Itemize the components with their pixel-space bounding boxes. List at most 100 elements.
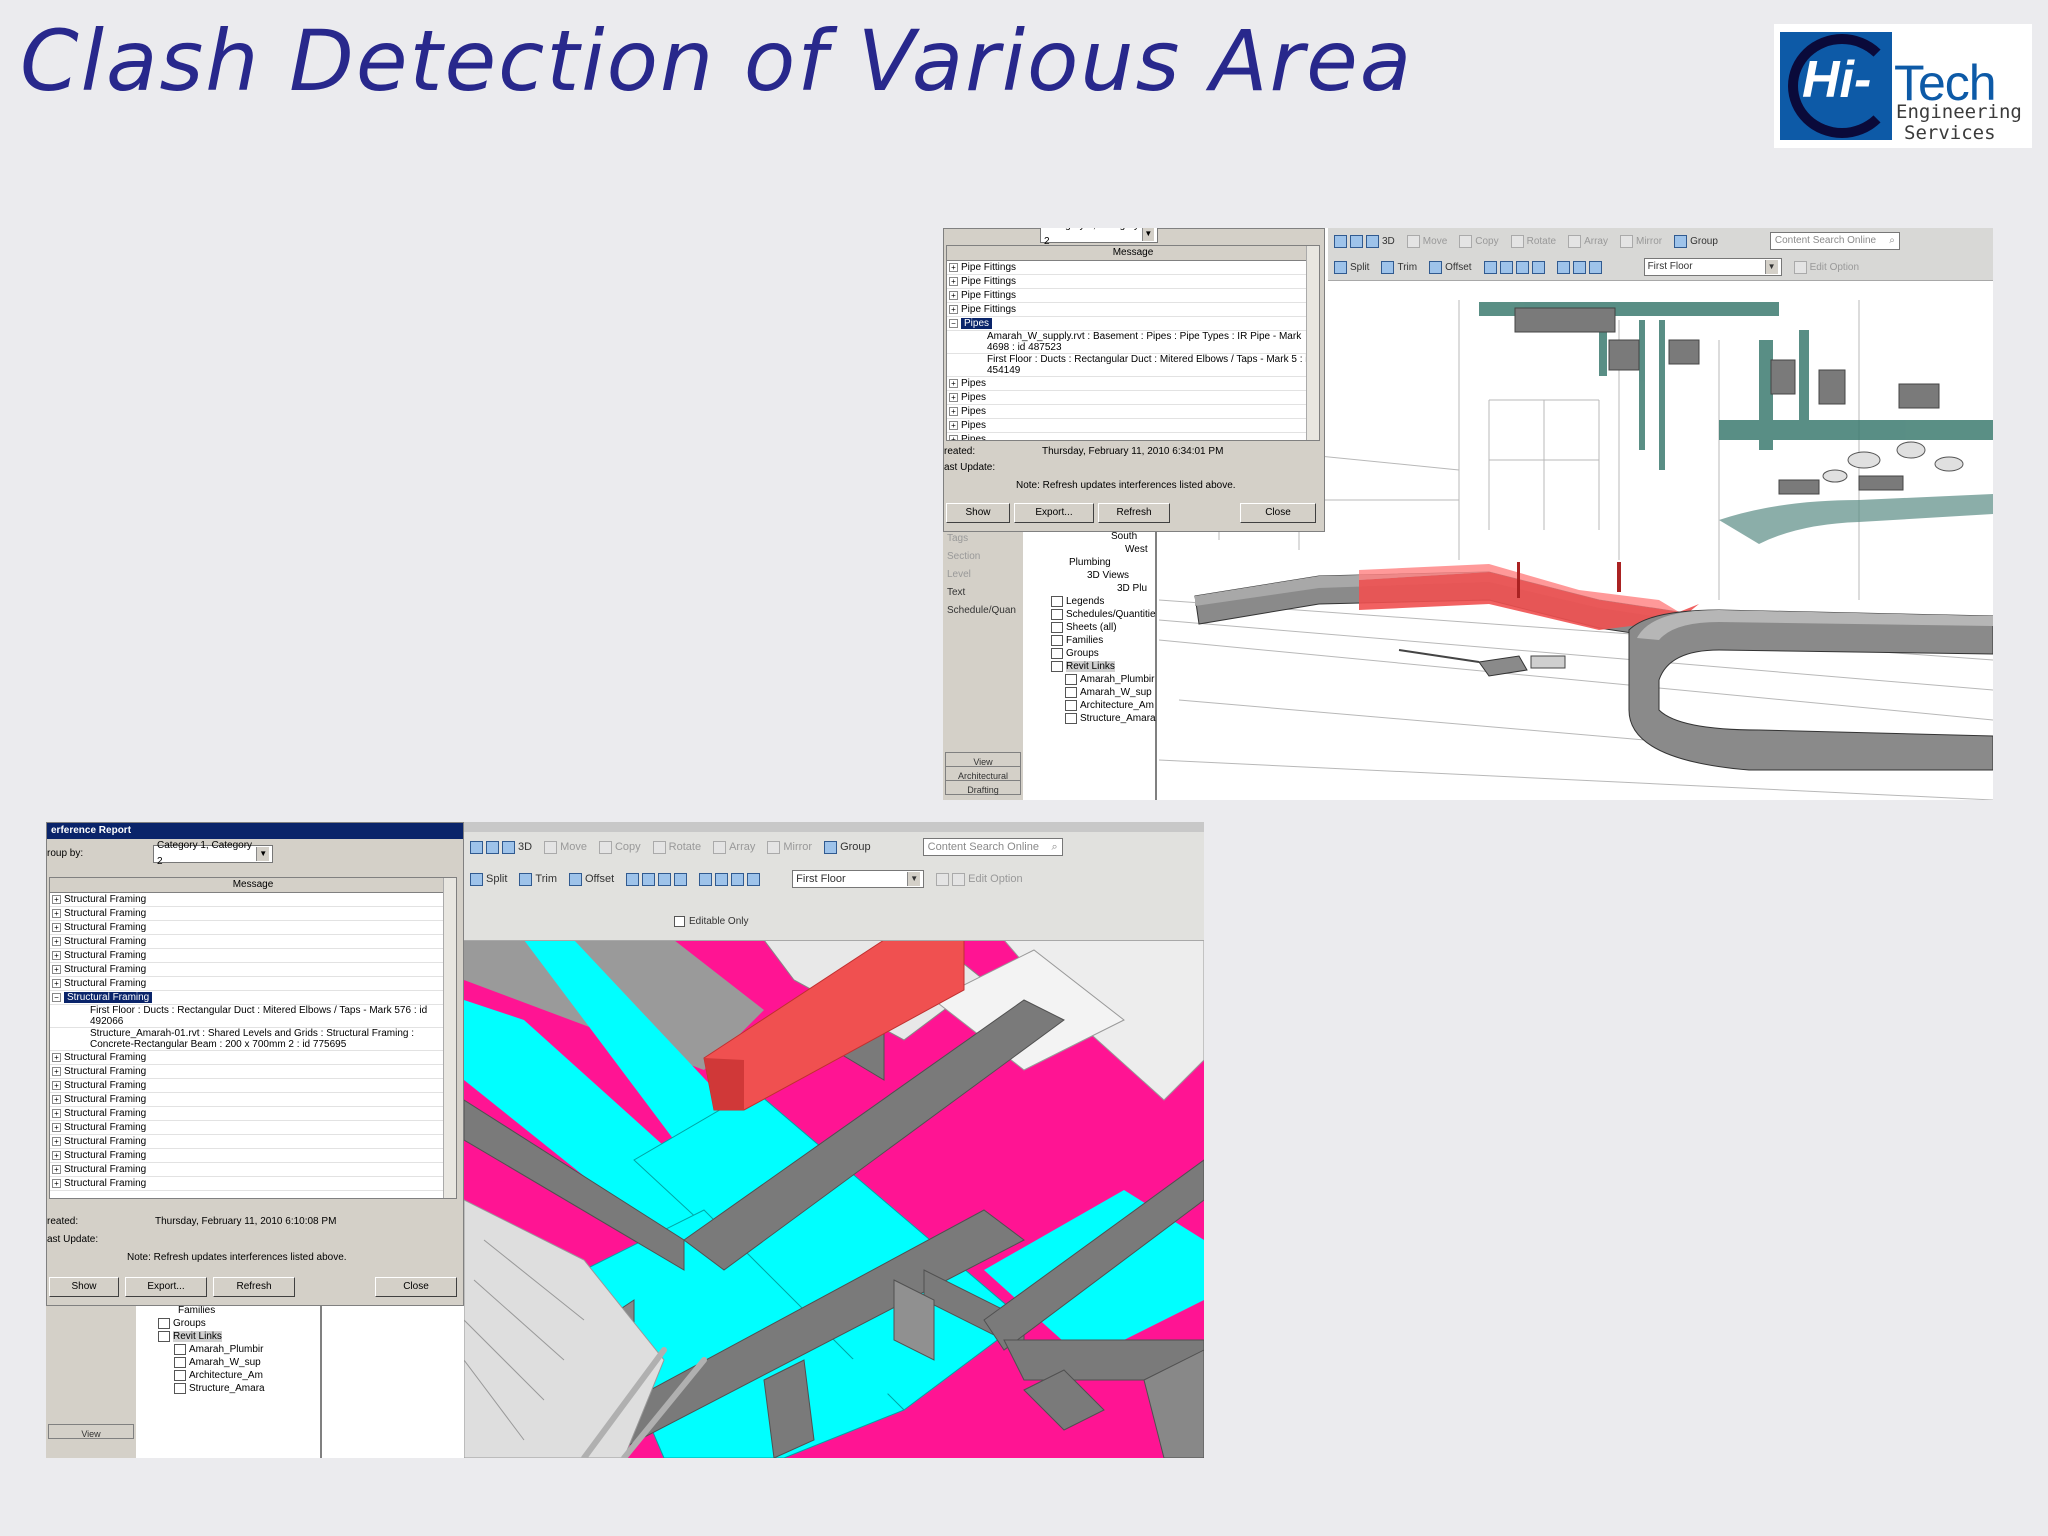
chevron-down-icon[interactable]: ▼ <box>256 847 269 861</box>
tree-item-3d-views[interactable]: 3D Views <box>1041 569 1155 582</box>
expand-plus-icon[interactable]: + <box>52 1165 61 1174</box>
list-item[interactable]: + Pipe Fittings <box>947 289 1319 303</box>
list-item[interactable]: + Structural Framing <box>50 1051 456 1065</box>
list-item[interactable]: + Pipes <box>947 377 1319 391</box>
list-item[interactable]: + Structural Framing <box>50 1065 456 1079</box>
expand-plus-icon[interactable]: + <box>52 1095 61 1104</box>
expand-plus-icon[interactable]: + <box>52 1179 61 1188</box>
content-search-input[interactable]: Content Search Online ⌕ <box>922 838 1063 856</box>
list-item-selected[interactable]: − Pipes <box>947 317 1319 331</box>
ribbon-array-button[interactable]: Array <box>1568 234 1608 248</box>
list-item[interactable]: + Structural Framing <box>50 907 456 921</box>
list-item[interactable]: + Structural Framing <box>50 1177 456 1191</box>
message-column-header[interactable]: Message <box>50 878 456 893</box>
list-item[interactable]: + Structural Framing <box>50 921 456 935</box>
panel-tag-item[interactable]: Tags <box>943 530 1023 548</box>
clash-element-row[interactable]: Amarah_W_supply.rvt : Basement : Pipes :… <box>947 331 1319 354</box>
ribbon-modify-icons[interactable] <box>626 872 688 886</box>
close-button[interactable]: Close <box>1240 503 1316 523</box>
close-button[interactable]: Close <box>375 1277 457 1297</box>
level-selector[interactable]: First Floor ▼ <box>1643 258 1782 276</box>
expand-plus-icon[interactable]: + <box>949 421 958 430</box>
list-item[interactable]: + Structural Framing <box>50 1079 456 1093</box>
group-by-select[interactable]: Category 1, Category 2▼ <box>1040 228 1158 247</box>
ribbon-offset-button[interactable]: Offset <box>569 872 614 886</box>
expand-plus-icon[interactable]: + <box>52 951 61 960</box>
editable-only-checkbox[interactable]: Editable Only <box>674 916 748 927</box>
ribbon-copy-button[interactable]: Copy <box>598 840 641 854</box>
tree-item-link[interactable]: Amarah_W_sup <box>1041 686 1155 699</box>
list-item[interactable]: + Pipes <box>947 405 1319 419</box>
tree-item-sheets[interactable]: Sheets (all) <box>1041 621 1155 634</box>
list-item[interactable]: + Structural Framing <box>50 1121 456 1135</box>
tree-item-schedules[interactable]: Schedules/Quantitie <box>1041 608 1156 621</box>
tree-item-link[interactable]: Amarah_Plumbir <box>148 1343 320 1356</box>
ribbon-offset-button[interactable]: Offset <box>1429 260 1472 274</box>
ribbon-trim-button[interactable]: Trim <box>1381 260 1417 274</box>
search-icon[interactable]: ⌕ <box>1889 233 1895 249</box>
tree-item-groups[interactable]: Groups <box>1041 647 1155 660</box>
expand-plus-icon[interactable]: + <box>52 923 61 932</box>
tree-item-link[interactable]: Architecture_Am <box>148 1369 320 1382</box>
list-item[interactable]: + Pipes <box>947 419 1319 433</box>
list-item[interactable]: + Structural Framing <box>50 1163 456 1177</box>
clash-element-row[interactable]: Structure_Amarah-01.rvt : Shared Levels … <box>50 1028 456 1051</box>
expand-plus-icon[interactable]: + <box>949 435 958 440</box>
tree-item-revit-links[interactable]: Revit Links <box>1041 660 1155 673</box>
expand-plus-icon[interactable]: + <box>52 1137 61 1146</box>
tree-item-groups[interactable]: Groups <box>148 1317 320 1330</box>
expand-plus-icon[interactable]: + <box>949 263 958 272</box>
list-item[interactable]: + Structural Framing <box>50 1149 456 1163</box>
tree-item[interactable]: 3D Plu <box>1041 582 1155 595</box>
list-item[interactable]: + Structural Framing <box>50 893 456 907</box>
ribbon-copy-button[interactable]: Copy <box>1459 234 1499 248</box>
tab-drafting[interactable]: Drafting <box>945 780 1021 795</box>
search-icon[interactable]: ⌕ <box>1051 839 1057 855</box>
tree-item-link[interactable]: Amarah_Plumbir <box>1041 673 1155 686</box>
ribbon-move-button[interactable]: Move <box>1406 234 1447 248</box>
ribbon-3d-button[interactable]: 3D <box>470 840 532 854</box>
ribbon-modify-icons[interactable] <box>1483 260 1545 274</box>
ribbon-3d-button[interactable]: 3D <box>1334 234 1395 248</box>
tree-item-plumbing[interactable]: Plumbing <box>1041 556 1155 569</box>
show-button[interactable]: Show <box>49 1277 119 1297</box>
list-item[interactable]: + Pipe Fittings <box>947 303 1319 317</box>
export-button[interactable]: Export... <box>1014 503 1094 523</box>
chevron-down-icon[interactable]: ▼ <box>907 872 921 886</box>
expand-plus-icon[interactable]: + <box>949 393 958 402</box>
list-item[interactable]: + Pipes <box>947 433 1319 440</box>
tree-item-link[interactable]: Amarah_W_sup <box>148 1356 320 1369</box>
expand-plus-icon[interactable]: + <box>52 937 61 946</box>
expand-plus-icon[interactable]: + <box>52 1053 61 1062</box>
ribbon-rotate-button[interactable]: Rotate <box>1510 234 1556 248</box>
level-selector[interactable]: First Floor ▼ <box>792 870 925 888</box>
list-item[interactable]: + Structural Framing <box>50 949 456 963</box>
edit-option-button[interactable]: Edit Option <box>936 872 1023 886</box>
ribbon-rotate-button[interactable]: Rotate <box>652 840 701 854</box>
expand-plus-icon[interactable]: + <box>52 1067 61 1076</box>
tree-item-legends[interactable]: Legends <box>1041 595 1155 608</box>
list-scrollbar[interactable] <box>443 878 456 1198</box>
list-item[interactable]: + Pipes <box>947 391 1319 405</box>
list-item[interactable]: + Structural Framing <box>50 1135 456 1149</box>
list-item[interactable]: + Structural Framing <box>50 1093 456 1107</box>
ribbon-align-icons[interactable] <box>699 872 761 886</box>
message-column-header[interactable]: Message <box>947 246 1319 261</box>
list-item[interactable]: + Structural Framing <box>50 935 456 949</box>
tree-item-link[interactable]: Structure_Amara <box>1041 712 1156 725</box>
list-item[interactable]: + Pipe Fittings <box>947 261 1319 275</box>
expand-plus-icon[interactable]: + <box>949 379 958 388</box>
tree-item-revit-links[interactable]: Revit Links <box>148 1330 320 1343</box>
panel-schedule-item[interactable]: Schedule/Quan <box>943 602 1023 620</box>
ribbon-array-button[interactable]: Array <box>713 840 755 854</box>
list-item-selected[interactable]: − Structural Framing <box>50 991 456 1005</box>
ribbon-split-button[interactable]: Split <box>470 872 507 886</box>
clash-element-row[interactable]: First Floor : Ducts : Rectangular Duct :… <box>50 1005 456 1028</box>
tree-item-link[interactable]: Architecture_Am <box>1041 699 1155 712</box>
expand-plus-icon[interactable]: + <box>949 291 958 300</box>
ribbon-mirror-button[interactable]: Mirror <box>1619 234 1662 248</box>
ribbon-group-button[interactable]: Group <box>1674 234 1718 248</box>
export-button[interactable]: Export... <box>125 1277 207 1297</box>
list-item[interactable]: + Structural Framing <box>50 963 456 977</box>
edit-option-button[interactable]: Edit Option <box>1793 260 1859 274</box>
